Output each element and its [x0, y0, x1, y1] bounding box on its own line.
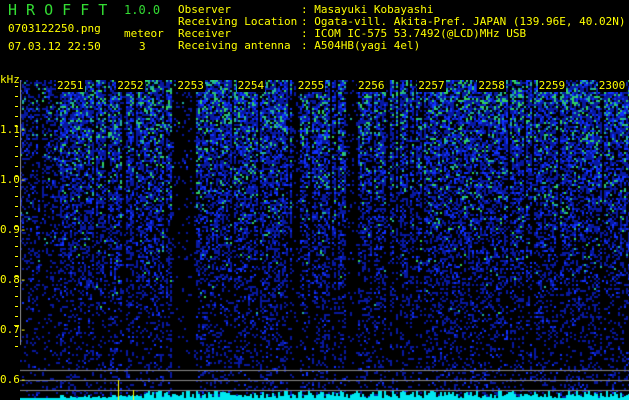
file-name: 0703122250.png — [8, 22, 101, 35]
y-minor-tick — [15, 346, 18, 347]
y-minor-tick — [15, 246, 18, 247]
x-tick-label: 2252 — [116, 79, 145, 92]
y-minor-tick — [15, 186, 18, 187]
y-minor-tick — [15, 146, 18, 147]
x-tick-label: 2300 — [597, 79, 627, 92]
y-minor-tick — [15, 96, 18, 97]
y-minor-tick — [15, 296, 18, 297]
y-minor-tick — [15, 106, 18, 107]
x-tick-label: 2256 — [357, 79, 386, 92]
y-axis-unit: kHz — [0, 73, 20, 86]
y-tick-label: 0.6- — [0, 373, 27, 386]
y-minor-tick — [15, 176, 18, 177]
x-tick-label: 2257 — [417, 79, 446, 92]
y-minor-tick — [15, 196, 18, 197]
y-tick-label: 0.9- — [0, 223, 27, 236]
file-datetime: 07.03.12 22:50 — [8, 40, 101, 53]
y-tick-label: 1.0- — [0, 173, 27, 186]
info-antenna-value: : A504HB(yagi 4el) — [301, 39, 421, 52]
y-tick-label: 0.8- — [0, 273, 27, 286]
y-minor-tick — [15, 156, 18, 157]
y-minor-tick — [15, 236, 18, 237]
y-minor-tick — [15, 86, 18, 87]
y-minor-tick — [15, 206, 18, 207]
x-tick-label: 2254 — [236, 79, 266, 92]
info-antenna-label: Receiving antenna — [178, 39, 291, 52]
x-tick-label: 2255 — [296, 79, 326, 92]
y-minor-tick — [15, 286, 18, 287]
meteor-count: 3 — [139, 40, 146, 53]
y-minor-tick — [15, 216, 18, 217]
y-minor-tick — [15, 226, 18, 227]
y-minor-tick — [15, 136, 18, 137]
app-version: 1.0.0 — [124, 3, 161, 17]
y-minor-tick — [15, 116, 18, 117]
meteor-label: meteor — [124, 27, 164, 40]
y-minor-tick — [15, 126, 18, 127]
x-tick-label: 2258 — [477, 79, 506, 92]
y-minor-tick — [15, 326, 18, 327]
app-title: H R O F F T — [8, 1, 108, 19]
y-minor-tick — [15, 336, 18, 337]
y-minor-tick — [15, 276, 18, 277]
y-minor-tick — [15, 306, 18, 307]
x-tick-label: 2259 — [537, 79, 567, 92]
x-tick-label: 2253 — [176, 79, 205, 92]
y-minor-tick — [15, 256, 18, 257]
y-tick-label: 0.7- — [0, 323, 27, 336]
spectrogram[interactable] — [20, 80, 629, 400]
y-tick-label: 1.1- — [0, 123, 27, 136]
x-tick-label: 2251 — [56, 79, 85, 92]
y-minor-tick — [15, 266, 18, 267]
y-minor-tick — [15, 316, 18, 317]
y-minor-tick — [15, 166, 18, 167]
